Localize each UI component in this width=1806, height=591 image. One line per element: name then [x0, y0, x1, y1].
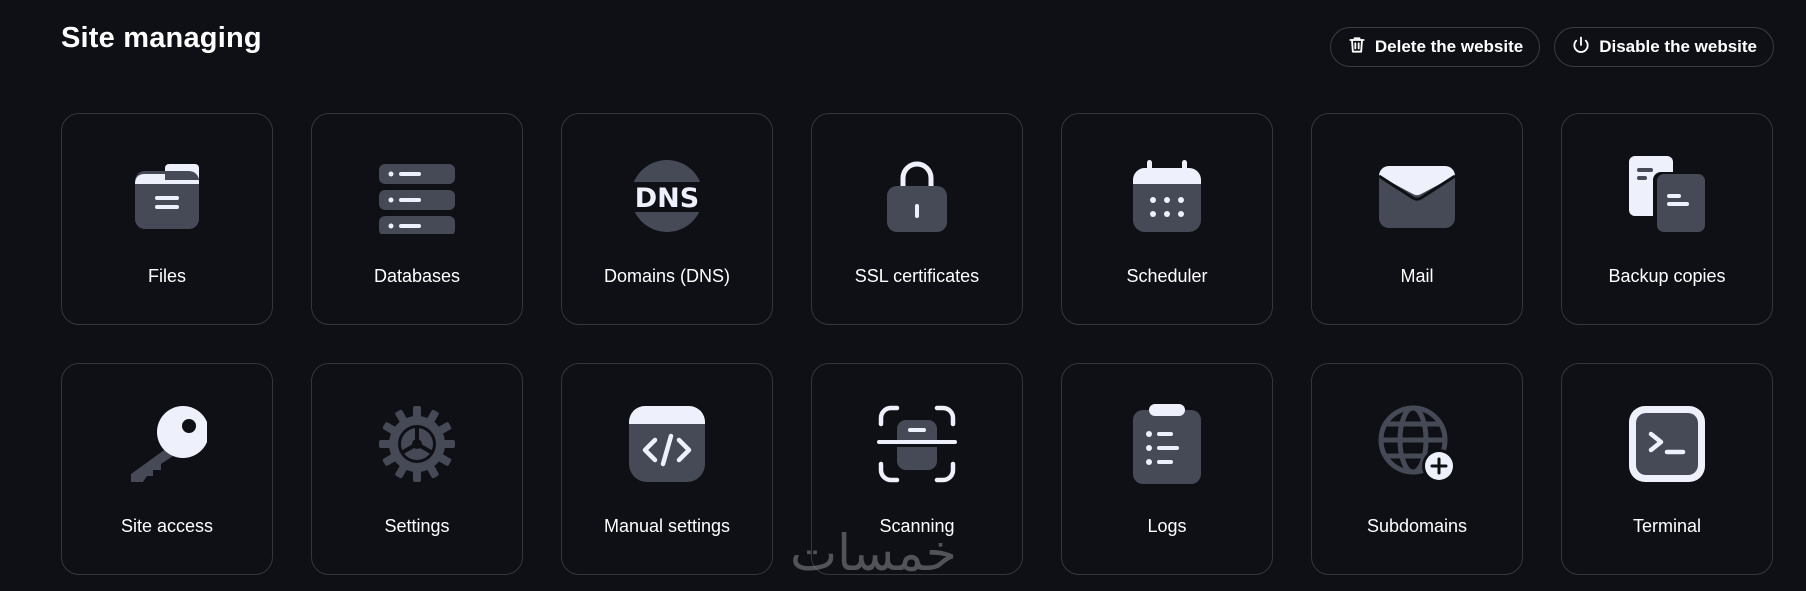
calendar-icon [1127, 154, 1207, 234]
disable-website-button[interactable]: Disable the website [1554, 27, 1774, 67]
card-logs-label: Logs [1147, 516, 1187, 536]
clipboard-list-icon [1127, 404, 1207, 484]
card-subdomains[interactable]: Subdomains [1311, 363, 1523, 575]
card-databases-label: Databases [373, 266, 461, 286]
gear-icon [377, 404, 457, 484]
code-icon [627, 404, 707, 484]
copy-icon [1627, 154, 1707, 234]
card-ssl-certificates-label: SSL certificates [854, 266, 980, 286]
svg-text:DNS: DNS [635, 183, 699, 214]
key-icon [127, 404, 207, 484]
card-settings-label: Settings [384, 516, 450, 536]
delete-website-label: Delete the website [1374, 37, 1524, 56]
card-terminal-label: Terminal [1632, 516, 1702, 536]
card-mail-label: Mail [1400, 266, 1434, 286]
card-domains-dns[interactable]: DNS Domains (DNS) [561, 113, 773, 325]
card-manual-settings[interactable]: Manual settings [561, 363, 773, 575]
card-backup-copies[interactable]: Backup copies [1561, 113, 1773, 325]
card-scheduler[interactable]: Scheduler [1061, 113, 1273, 325]
card-backup-copies-label: Backup copies [1608, 266, 1726, 286]
terminal-icon [1627, 404, 1707, 484]
card-site-access[interactable]: Site access [61, 363, 273, 575]
lock-icon [877, 154, 957, 234]
card-manual-settings-label: Manual settings [603, 516, 731, 536]
dns-icon: DNS [627, 154, 707, 234]
card-files-label: Files [147, 266, 186, 286]
trash-icon [1347, 35, 1367, 60]
header-actions: Delete the website Disable the website [1329, 27, 1774, 67]
card-mail[interactable]: Mail [1311, 113, 1523, 325]
delete-website-button[interactable]: Delete the website [1329, 27, 1541, 67]
card-databases[interactable]: Databases [311, 113, 523, 325]
card-subdomains-label: Subdomains [1366, 516, 1468, 536]
card-ssl-certificates[interactable]: SSL certificates [811, 113, 1023, 325]
page-title: Site managing [61, 22, 262, 54]
card-site-access-label: Site access [120, 516, 214, 536]
card-scheduler-label: Scheduler [1126, 266, 1208, 286]
power-icon [1571, 35, 1591, 60]
database-icon [377, 154, 457, 234]
card-files[interactable]: Files [61, 113, 273, 325]
disable-website-label: Disable the website [1599, 37, 1757, 56]
card-logs[interactable]: Logs [1061, 363, 1273, 575]
folder-icon [127, 154, 207, 234]
globe-plus-icon [1377, 404, 1457, 484]
watermark: خمسات [790, 524, 957, 582]
scan-icon [877, 404, 957, 484]
site-managing-page: Site managing Delete the website Disable… [0, 0, 1806, 591]
card-terminal[interactable]: Terminal [1561, 363, 1773, 575]
mail-icon [1377, 154, 1457, 234]
card-settings[interactable]: Settings [311, 363, 523, 575]
card-domains-dns-label: Domains (DNS) [603, 266, 731, 286]
tools-grid: Files Databases DNS Domains (DNS) SSL ce… [61, 113, 1773, 575]
